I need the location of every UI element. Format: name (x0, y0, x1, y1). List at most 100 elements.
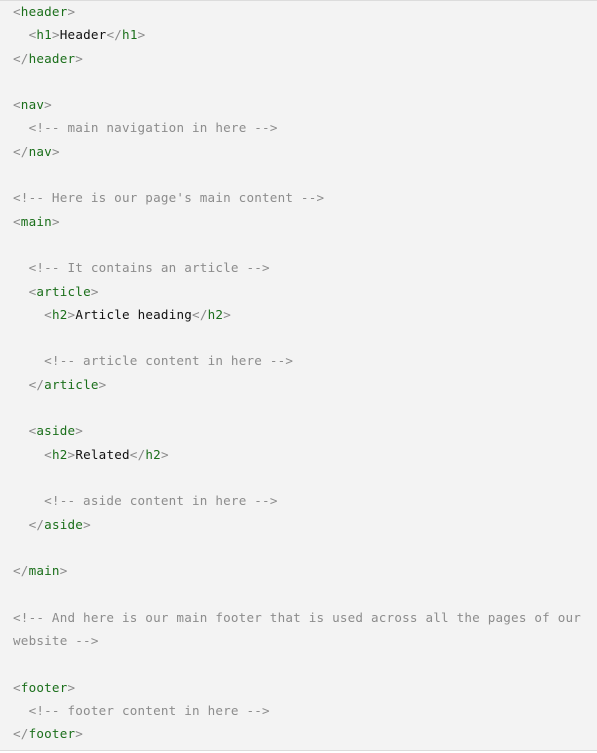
code-line: website --> (13, 629, 587, 652)
code-line: <!-- main navigation in here --> (13, 116, 587, 139)
code-sample-panel: <header> <h1>Header</h1> </header> <nav> <… (0, 0, 597, 751)
code-line: <!-- aside content in here --> (13, 489, 587, 512)
code-punctuation: < (44, 306, 52, 322)
code-tag-name: h2 (51, 446, 68, 462)
code-comment: <!-- And here is our main footer that is… (13, 609, 582, 625)
code-line: </article> (13, 373, 587, 396)
code-punctuation: < (13, 97, 21, 113)
code-punctuation: </ (13, 726, 29, 742)
code-tag-name: h2 (145, 446, 161, 462)
code-tag-name: footer (20, 679, 68, 695)
code-line: <h2>Related</h2> (13, 443, 587, 466)
code-line: <aside> (13, 419, 587, 442)
code-punctuation: < (13, 679, 21, 695)
code-tag-name: main (28, 563, 60, 579)
code-comment: <!-- Here is our page's main content --> (13, 190, 325, 206)
code-tag-name: main (20, 213, 52, 229)
code-punctuation: < (13, 213, 21, 229)
code-punctuation: > (223, 306, 231, 322)
code-punctuation: > (75, 423, 84, 439)
code-comment: <!-- footer content in here --> (28, 702, 270, 718)
code-tag-name: aside (36, 423, 76, 439)
code-line: <h1>Header</h1> (13, 23, 587, 46)
code-comment: <!-- main navigation in here --> (28, 120, 278, 136)
code-punctuation: > (51, 143, 60, 159)
code-line: <nav> (13, 93, 587, 116)
code-punctuation: </ (13, 50, 29, 66)
code-punctuation: > (75, 726, 84, 742)
code-punctuation: </ (28, 376, 45, 392)
code-line: </header> (13, 47, 587, 70)
code-line: <!-- article content in here --> (13, 349, 587, 372)
code-tag-name: article (44, 376, 99, 392)
code-punctuation: </ (106, 27, 123, 43)
code-punctuation: </ (129, 446, 146, 462)
code-line: </footer> (13, 722, 587, 745)
code-punctuation: < (44, 446, 52, 462)
code-punctuation: > (160, 446, 169, 462)
code-line: <!-- Here is our page's main content --> (13, 186, 587, 209)
code-text: Article heading (75, 306, 193, 322)
code-tag-name: footer (28, 726, 76, 742)
code-tag-name: article (36, 283, 91, 299)
code-line: </aside> (13, 513, 587, 536)
code-text: Related (75, 446, 130, 462)
code-line: <h2>Article heading</h2> (13, 303, 587, 326)
code-punctuation: </ (13, 563, 29, 579)
code-punctuation: > (51, 27, 60, 43)
code-punctuation: > (83, 516, 91, 532)
code-tag-name: h2 (207, 306, 224, 322)
code-block[interactable]: <header> <h1>Header</h1> </header> <nav> <… (13, 0, 587, 746)
code-punctuation: < (13, 4, 21, 19)
code-line: <!-- It contains an article --> (13, 256, 587, 279)
code-punctuation: > (75, 50, 84, 66)
code-punctuation: > (90, 283, 99, 299)
code-punctuation: > (51, 213, 60, 229)
code-tag-name: h1 (122, 27, 138, 43)
code-line: <header> (13, 0, 587, 23)
code-comment: <!-- aside content in here --> (44, 493, 278, 509)
code-comment: <!-- It contains an article --> (28, 260, 270, 276)
code-punctuation: > (44, 97, 52, 113)
code-tag-name: h1 (36, 27, 52, 43)
code-tag-name: header (20, 4, 68, 19)
code-line: <footer> (13, 676, 587, 699)
code-tag-name: header (28, 50, 76, 66)
code-line: </nav> (13, 140, 587, 163)
code-tag-name: nav (28, 143, 52, 159)
code-tag-name: nav (20, 97, 45, 113)
code-line: <!-- footer content in here --> (13, 699, 587, 722)
code-line: <!-- And here is our main footer that is… (13, 606, 587, 629)
code-tag-name: h2 (51, 306, 68, 322)
code-punctuation: </ (13, 143, 29, 159)
code-line: <main> (13, 210, 587, 233)
code-line: </main> (13, 559, 587, 582)
code-tag-name: aside (44, 516, 84, 532)
code-text: Header (59, 27, 107, 43)
code-punctuation: > (59, 563, 68, 579)
code-punctuation: > (67, 4, 76, 19)
code-comment: website --> (13, 633, 99, 649)
code-punctuation: </ (192, 306, 208, 322)
code-punctuation: </ (28, 516, 45, 532)
code-punctuation: > (137, 27, 146, 43)
